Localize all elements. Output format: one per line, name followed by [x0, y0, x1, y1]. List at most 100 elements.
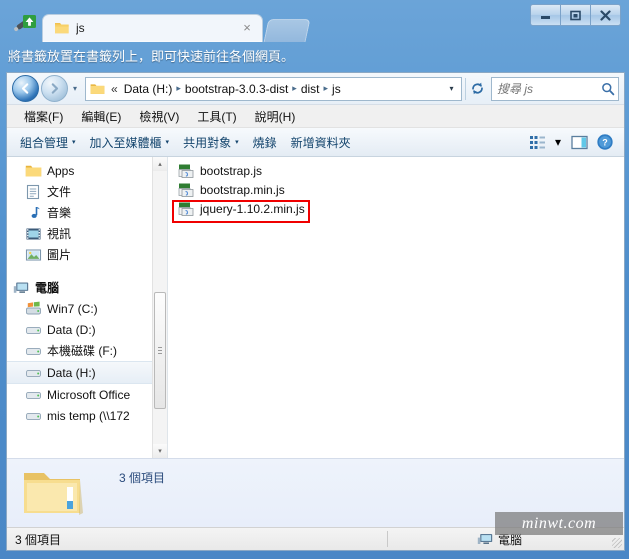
- browser-tab[interactable]: js ×: [42, 14, 263, 42]
- breadcrumb-item-2[interactable]: dist: [298, 81, 323, 97]
- sidebar-item-mis-temp[interactable]: mis temp (\\172: [7, 405, 153, 426]
- menu-help[interactable]: 說明(H): [246, 106, 305, 127]
- large-folder-icon: [21, 467, 83, 519]
- folder-icon: [25, 163, 42, 179]
- window-controls: [530, 4, 621, 26]
- sidebar-item-music[interactable]: 音樂: [7, 202, 153, 223]
- sidebar-item-local-disk-f[interactable]: 本機磁碟 (F:): [7, 340, 153, 361]
- scrollbar-thumb[interactable]: [154, 292, 166, 409]
- menu-file[interactable]: 檔案(F): [15, 106, 72, 127]
- drive-icon: [25, 365, 42, 381]
- sidebar-item-label: 音樂: [47, 206, 72, 220]
- sidebar-item-label: 圖片: [47, 248, 72, 262]
- history-dropdown-icon[interactable]: ▾: [68, 76, 82, 101]
- new-tab-button[interactable]: [263, 19, 311, 42]
- sidebar-item-label: Win7 (C:): [47, 301, 98, 316]
- menu-view[interactable]: 檢視(V): [130, 106, 188, 127]
- sidebar-scrollbar[interactable]: ▴ ▾: [152, 157, 167, 458]
- scrollbar-grip: [158, 346, 162, 355]
- file-name: jquery-1.10.2.min.js: [200, 201, 305, 216]
- file-name: bootstrap.js: [200, 163, 263, 178]
- search-box[interactable]: [491, 76, 619, 101]
- maximize-button[interactable]: [561, 4, 591, 26]
- documents-icon: [25, 184, 42, 200]
- toolbar-share-with-label: 共用對象: [183, 135, 232, 150]
- file-row[interactable]: bootstrap.min.js: [168, 180, 624, 199]
- watermark: minwt.com: [495, 512, 623, 535]
- js-file-icon: [178, 201, 194, 217]
- toolbar-share-with[interactable]: 共用對象 ▾: [176, 131, 246, 154]
- address-bar: ▾ « Data (H:) ▸ bootstrap-3.0.3-dist ▸ d…: [7, 73, 624, 105]
- sidebar-group-computer[interactable]: 電腦: [7, 277, 153, 298]
- tab-close-icon[interactable]: ×: [240, 21, 254, 35]
- file-row[interactable]: bootstrap.js: [168, 161, 624, 180]
- details-pane-text: 3 個項目: [119, 471, 166, 485]
- resize-grip[interactable]: [612, 538, 622, 548]
- windows-drive-icon: [25, 301, 42, 317]
- toolbar-organize[interactable]: 組合管理 ▾: [13, 131, 83, 154]
- menu-edit[interactable]: 編輯(E): [72, 106, 130, 127]
- search-input[interactable]: [495, 80, 601, 97]
- scroll-down-icon[interactable]: ▾: [153, 444, 167, 458]
- breadcrumb-item-1[interactable]: bootstrap-3.0.3-dist: [182, 81, 291, 97]
- wrench-update-icon[interactable]: [9, 14, 39, 40]
- file-list-pane[interactable]: bootstrap.js bootstrap.min.js jquery-1.1…: [168, 157, 624, 458]
- view-options-icon[interactable]: [524, 131, 550, 153]
- toolbar-burn-label: 燒錄: [252, 135, 277, 150]
- search-icon: [601, 82, 615, 96]
- js-file-icon: [178, 163, 194, 179]
- drive-icon: [25, 408, 42, 424]
- help-icon[interactable]: ?: [592, 131, 618, 153]
- explorer-window: ▾ « Data (H:) ▸ bootstrap-3.0.3-dist ▸ d…: [6, 72, 625, 551]
- file-row[interactable]: jquery-1.10.2.min.js: [168, 199, 624, 218]
- toolbar-include-in-library-label: 加入至媒體櫃: [89, 135, 162, 150]
- preview-pane-icon[interactable]: [566, 131, 592, 153]
- menu-tools[interactable]: 工具(T): [188, 106, 245, 127]
- music-icon: [25, 205, 42, 221]
- bookmark-bar-hint: 將書籤放置在書籤列上，即可快速前往各個網頁。: [8, 49, 295, 64]
- sidebar-item-win7-c[interactable]: Win7 (C:): [7, 298, 153, 319]
- browser-tabstrip: js ×: [0, 0, 629, 42]
- computer-icon: [13, 280, 30, 296]
- view-options-caret-icon[interactable]: ▾: [550, 131, 566, 153]
- sidebar-item-label: Microsoft Office: [47, 387, 131, 402]
- chevron-down-icon: ▾: [235, 139, 239, 146]
- sidebar-item-apps[interactable]: Apps: [7, 160, 153, 181]
- navigation-tree: Apps 文件 音樂 視訊 圖片 電腦 Win7 (C:) Data (D:) …: [7, 157, 153, 458]
- pictures-icon: [25, 247, 42, 263]
- browser-tab-title: js: [76, 21, 85, 35]
- status-divider: [387, 531, 388, 547]
- breadcrumb-item-3[interactable]: js: [329, 81, 344, 97]
- sidebar-item-pictures[interactable]: 圖片: [7, 244, 153, 265]
- sidebar-item-videos[interactable]: 視訊: [7, 223, 153, 244]
- breadcrumb-item-0[interactable]: Data (H:): [121, 81, 176, 97]
- back-button[interactable]: [12, 75, 39, 102]
- screenshot-root: js × 將書籤放置在書籤列上，即可快速前往各個網頁。 ▾ « Data (H:…: [0, 0, 629, 559]
- refresh-button[interactable]: [465, 77, 488, 100]
- close-button[interactable]: [591, 4, 621, 26]
- folder-icon: [54, 20, 70, 35]
- menu-bar: 檔案(F) 編輯(E) 檢視(V) 工具(T) 說明(H): [7, 105, 624, 128]
- breadcrumb[interactable]: « Data (H:) ▸ bootstrap-3.0.3-dist ▸ dis…: [85, 76, 462, 101]
- sidebar-item-data-d[interactable]: Data (D:): [7, 319, 153, 340]
- forward-button[interactable]: [41, 75, 68, 102]
- sidebar-item-data-h[interactable]: Data (H:): [7, 361, 153, 384]
- minimize-button[interactable]: [530, 4, 561, 26]
- toolbar-include-in-library[interactable]: 加入至媒體櫃 ▾: [83, 131, 177, 154]
- chevron-down-icon[interactable]: ▾: [444, 79, 459, 99]
- svg-text:?: ?: [602, 138, 608, 148]
- toolbar-organize-label: 組合管理: [20, 135, 69, 150]
- folder-icon: [90, 82, 105, 96]
- toolbar-burn[interactable]: 燒錄: [246, 131, 284, 154]
- drive-icon: [25, 322, 42, 338]
- sidebar-item-label: 視訊: [47, 227, 72, 241]
- scroll-up-icon[interactable]: ▴: [153, 157, 167, 171]
- sidebar-item-documents[interactable]: 文件: [7, 181, 153, 202]
- breadcrumb-prefix: «: [111, 81, 118, 96]
- drive-icon: [25, 387, 42, 403]
- sidebar-item-microsoft-office[interactable]: Microsoft Office: [7, 384, 153, 405]
- sidebar-item-label: Apps: [47, 163, 75, 178]
- toolbar-new-folder[interactable]: 新增資料夾: [284, 131, 358, 154]
- chevron-down-icon: ▾: [165, 139, 170, 146]
